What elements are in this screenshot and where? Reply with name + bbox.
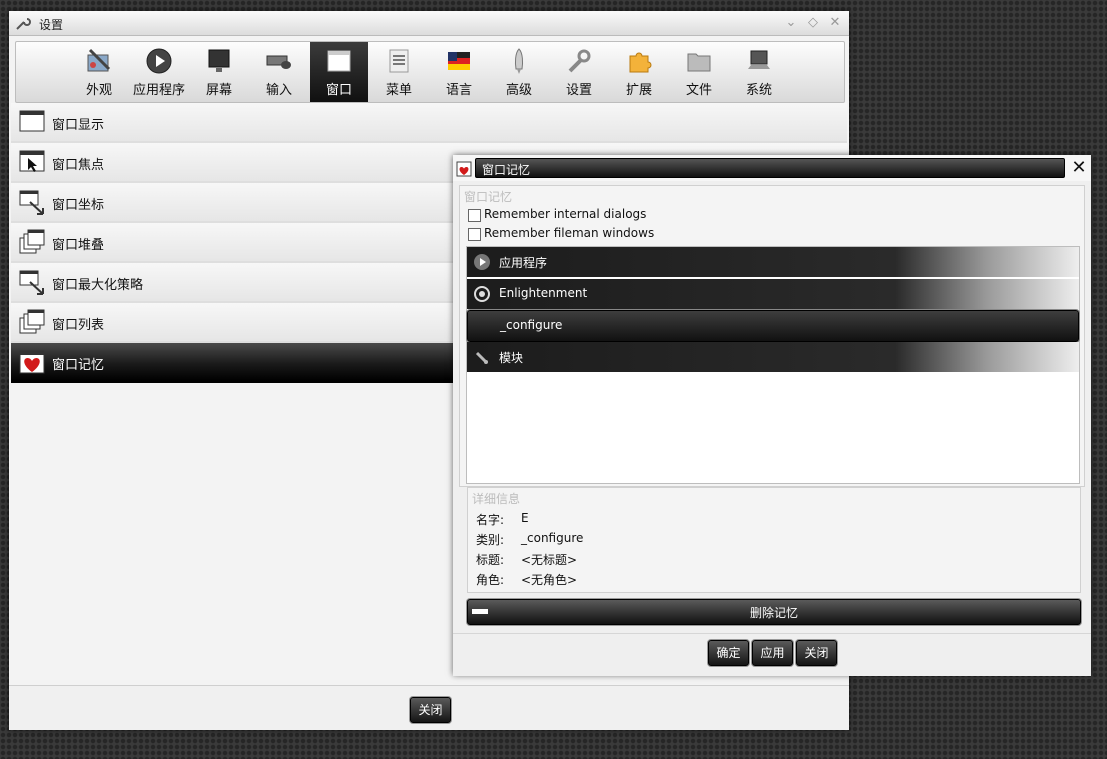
maximize-icon[interactable]: ◇: [805, 15, 821, 31]
enlightenment-icon: [474, 286, 490, 302]
window-focus-icon: [19, 150, 45, 172]
close-button[interactable]: 关闭: [410, 697, 451, 723]
tab-windows[interactable]: 窗口: [310, 42, 368, 102]
minimize-icon[interactable]: ⌄: [783, 15, 799, 31]
detail-name: 名字: E: [476, 511, 529, 527]
category-toolbar: 外观 应用程序 屏幕 输入 窗口 菜单 语言 高级 设置 扩展 文件 系统: [15, 41, 845, 103]
delete-remember-button[interactable]: 删除记忆: [467, 599, 1081, 625]
remember-frame: 窗口记忆 Remember internal dialogs Remember …: [459, 185, 1085, 487]
window-display-icon: [19, 110, 45, 132]
close-icon[interactable]: ✕: [827, 15, 843, 31]
wrench-icon: [16, 18, 31, 30]
details-frame: 详细信息 名字: E 类别: _configure 标题: <无标题> 角色: …: [467, 487, 1081, 593]
apply-button[interactable]: 应用: [752, 640, 793, 666]
list-item[interactable]: Enlightenment: [467, 279, 1079, 309]
remembered-windows-list[interactable]: 应用程序 Enlightenment _configure 模块: [466, 246, 1080, 484]
dialog-button-bar: 确定 应用 关闭: [453, 633, 1091, 676]
list-item[interactable]: 应用程序: [467, 247, 1079, 277]
window-icon: [327, 50, 351, 72]
list-item[interactable]: 模块: [467, 342, 1079, 372]
tab-advanced[interactable]: 高级: [490, 42, 548, 102]
puzzle-icon: [629, 52, 652, 73]
monitor-icon: [208, 49, 230, 72]
remember-frame-label: 窗口记忆: [464, 190, 513, 204]
window-remember-dialog: 窗口记忆 ✕ 窗口记忆 Remember internal dialogs Re…: [453, 155, 1091, 676]
laptop-icon: [748, 50, 770, 69]
ok-button[interactable]: 确定: [708, 640, 749, 666]
category-window-display[interactable]: 窗口显示: [11, 103, 847, 143]
window-titlebar[interactable]: 设置 ⌄ ◇ ✕: [9, 11, 849, 36]
dialog-title-bar: 窗口记忆: [475, 158, 1065, 178]
plug-icon: [475, 351, 488, 364]
tab-files[interactable]: 文件: [670, 42, 728, 102]
window-stacking-icon: [19, 229, 45, 254]
tab-menus[interactable]: 菜单: [370, 42, 428, 102]
detail-role: 角色: <无角色>: [476, 573, 578, 587]
tab-system[interactable]: 系统: [730, 42, 788, 102]
window-list-icon: [19, 309, 45, 334]
checkbox-box[interactable]: [468, 228, 481, 241]
window-title: 设置: [39, 18, 64, 32]
dialog-title: 窗口记忆: [482, 163, 531, 177]
play-icon: [146, 48, 172, 74]
tab-input[interactable]: 输入: [250, 42, 308, 102]
tab-extensions[interactable]: 扩展: [610, 42, 668, 102]
tab-settings[interactable]: 设置: [550, 42, 608, 102]
details-frame-label: 详细信息: [472, 492, 521, 506]
tab-screen[interactable]: 屏幕: [190, 42, 248, 102]
main-button-bar: 关闭: [9, 685, 849, 730]
flag-icon: [448, 52, 470, 70]
wrench-icon: [568, 49, 591, 73]
folder-icon: [687, 53, 711, 72]
window-maximize-icon: [19, 270, 44, 295]
close-icon[interactable]: ✕: [1069, 158, 1089, 178]
window-geometry-icon: [19, 190, 44, 215]
rocket-icon: [514, 48, 524, 74]
play-icon: [474, 254, 490, 270]
dialog-close-button[interactable]: 关闭: [796, 640, 837, 666]
detail-class: 类别: _configure: [476, 531, 584, 547]
tab-applications[interactable]: 应用程序: [130, 42, 188, 102]
menu-icon: [389, 49, 409, 73]
dialog-titlebar[interactable]: 窗口记忆 ✕: [453, 155, 1091, 181]
appearance-icon: [87, 48, 111, 72]
checkbox-box[interactable]: [468, 209, 481, 222]
tab-appearance[interactable]: 外观: [70, 42, 128, 102]
keyboard-mouse-icon: [266, 55, 291, 69]
tab-language[interactable]: 语言: [430, 42, 488, 102]
detail-title: 标题: <无标题>: [476, 553, 578, 567]
list-item-selected[interactable]: _configure: [467, 310, 1079, 342]
heart-icon: [19, 350, 45, 374]
heart-icon: [456, 161, 472, 177]
